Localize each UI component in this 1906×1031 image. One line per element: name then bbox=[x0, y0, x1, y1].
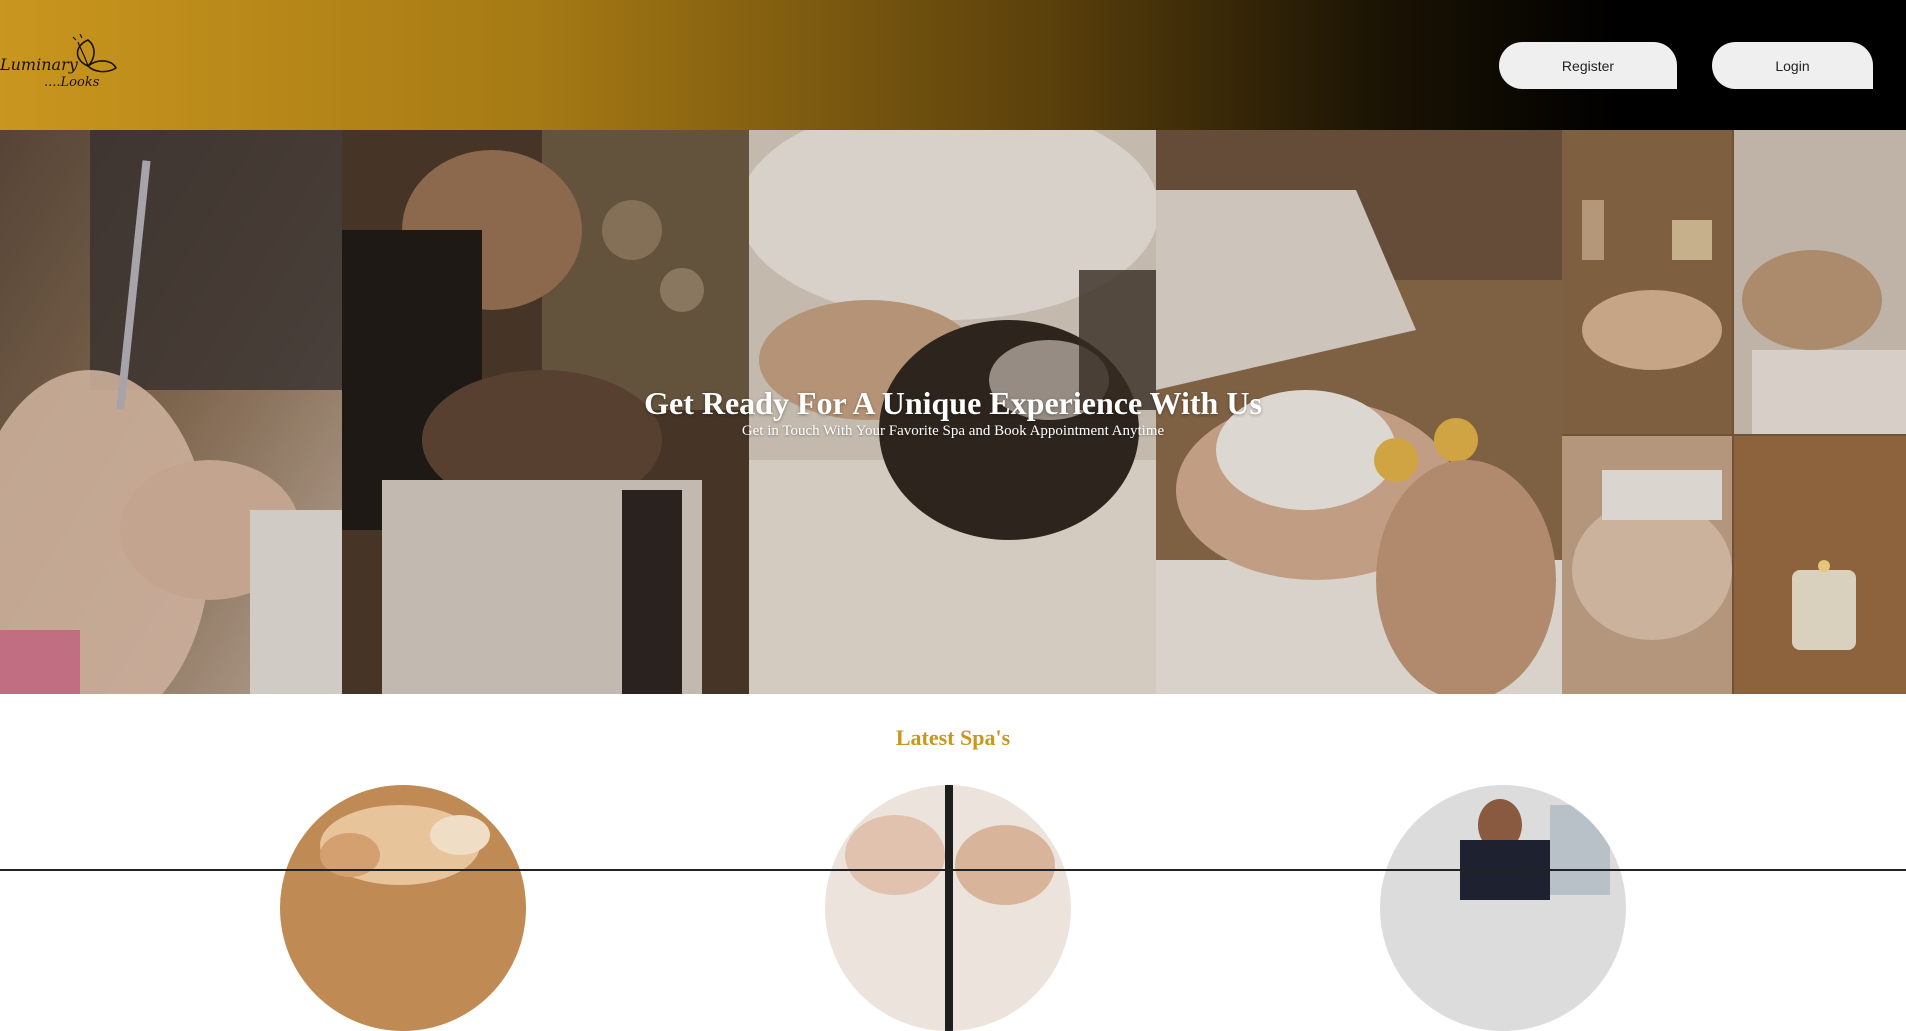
logo-text-primary: Luminary bbox=[0, 55, 79, 74]
login-button[interactable]: Login bbox=[1712, 42, 1873, 89]
logo-text-secondary: ....Looks bbox=[44, 75, 100, 90]
site-logo[interactable]: Luminary ....Looks bbox=[0, 33, 122, 94]
hero-title: Get Ready For A Unique Experience With U… bbox=[644, 385, 1262, 421]
hero-subtitle: Get in Touch With Your Favorite Spa and … bbox=[741, 423, 1165, 439]
spa-card-image-1[interactable] bbox=[280, 785, 526, 1031]
top-header: Luminary ....Looks Register Login bbox=[0, 0, 1906, 130]
hero-banner: Get Ready For A Unique Experience With U… bbox=[0, 130, 1906, 694]
latest-spas-heading: Latest Spa's bbox=[895, 725, 1011, 750]
leaf-logo-icon: Luminary ....Looks bbox=[0, 33, 118, 90]
spa-card-image-3[interactable] bbox=[1380, 785, 1626, 1031]
register-button[interactable]: Register bbox=[1499, 42, 1677, 89]
spa-card-image-2[interactable] bbox=[825, 785, 1071, 1031]
